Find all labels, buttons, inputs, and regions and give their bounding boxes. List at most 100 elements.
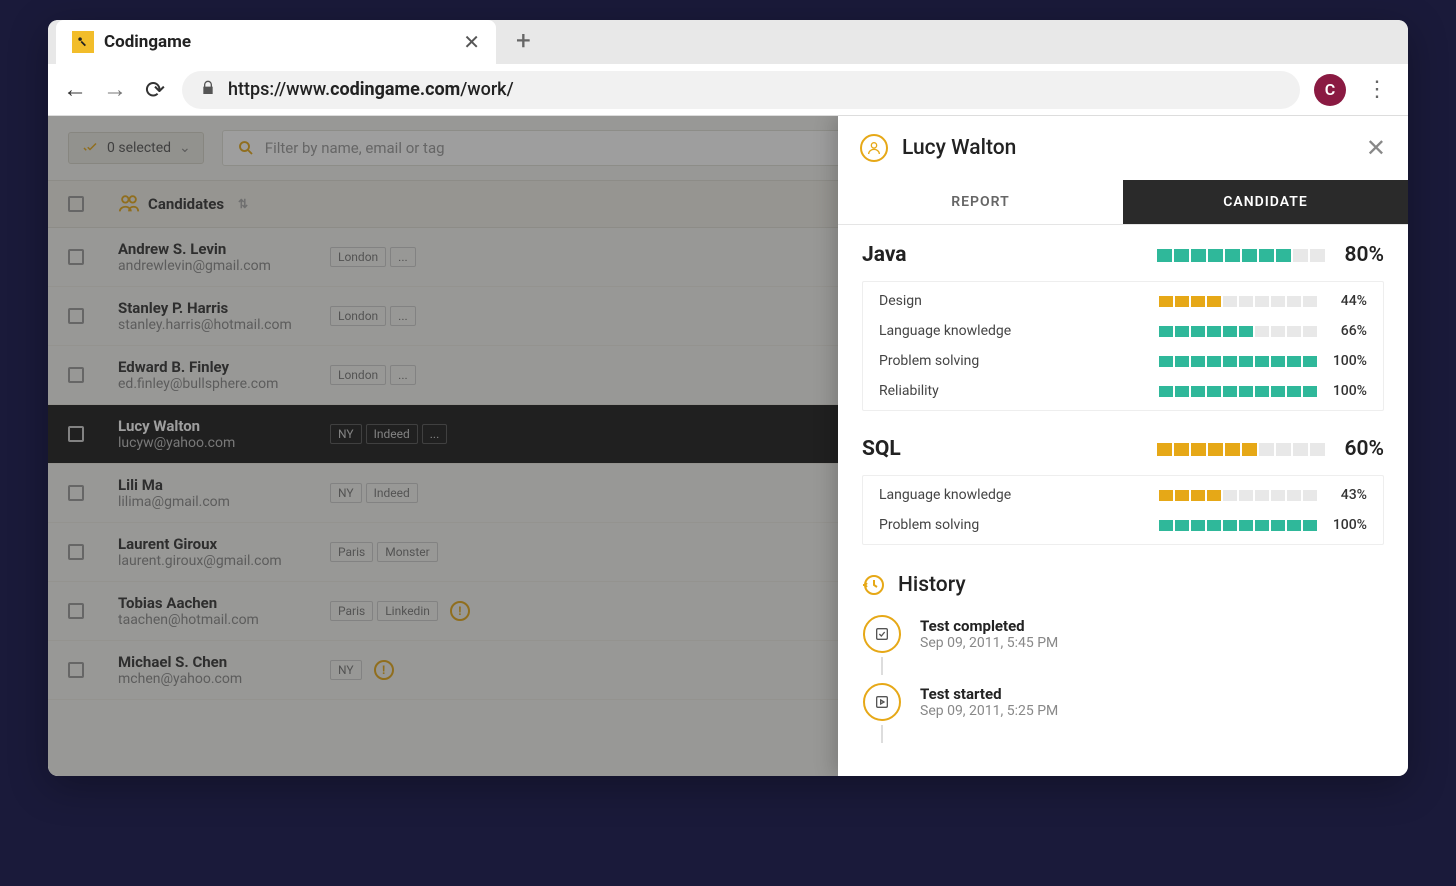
skill-bar bbox=[1157, 249, 1325, 262]
tag-list: London... bbox=[330, 247, 416, 267]
reload-button[interactable]: ⟳ bbox=[142, 76, 168, 104]
history-event-title: Test completed bbox=[920, 617, 1058, 635]
tag: London bbox=[330, 365, 386, 385]
history-icon bbox=[863, 615, 901, 653]
candidate-name: Andrew S. Levin bbox=[118, 240, 318, 258]
browser-toolbar: ← → ⟳ https://www.codingame.com/work/ C … bbox=[48, 64, 1408, 116]
favicon-icon bbox=[72, 31, 94, 53]
tag-list: London... bbox=[330, 365, 416, 385]
tag-list: NYIndeed bbox=[330, 483, 418, 503]
skill-name: SQL bbox=[862, 437, 901, 461]
history-title: History bbox=[898, 573, 966, 597]
subskill-row: Problem solving100% bbox=[863, 510, 1383, 540]
skill-pct: 80% bbox=[1345, 243, 1385, 267]
tag-list: ParisMonster bbox=[330, 542, 438, 562]
candidate-name: Lucy Walton bbox=[118, 417, 318, 435]
row-checkbox[interactable] bbox=[68, 485, 118, 501]
tag: ... bbox=[390, 306, 416, 326]
address-bar[interactable]: https://www.codingame.com/work/ bbox=[182, 71, 1300, 109]
panel-tabs: REPORT CANDIDATE bbox=[838, 180, 1408, 225]
candidate-email: lucyw@yahoo.com bbox=[118, 435, 318, 451]
skill-name: Java bbox=[862, 243, 907, 267]
tag: London bbox=[330, 247, 386, 267]
row-checkbox[interactable] bbox=[68, 662, 118, 678]
browser-window: Codingame ✕ + ← → ⟳ https://www.codingam… bbox=[48, 20, 1408, 776]
browser-tab[interactable]: Codingame ✕ bbox=[56, 20, 496, 64]
back-button[interactable]: ← bbox=[62, 75, 88, 104]
history-item: Test completedSep 09, 2011, 5:45 PM bbox=[862, 615, 1384, 675]
row-checkbox[interactable] bbox=[68, 426, 118, 442]
subskill-bar bbox=[1159, 520, 1317, 531]
history-event-time: Sep 09, 2011, 5:45 PM bbox=[920, 635, 1058, 651]
subskill-bar bbox=[1159, 490, 1317, 501]
tag: Linkedin bbox=[377, 601, 438, 621]
subskill-name: Design bbox=[879, 293, 1159, 309]
history-item: Test startedSep 09, 2011, 5:25 PM bbox=[862, 683, 1384, 743]
subskill-bar bbox=[1159, 386, 1317, 397]
history-event-title: Test started bbox=[920, 685, 1058, 703]
profile-avatar[interactable]: C bbox=[1314, 74, 1346, 106]
tag-list: NY bbox=[330, 660, 362, 680]
subskill-pct: 44% bbox=[1317, 293, 1367, 309]
tag-list: NYIndeed... bbox=[330, 424, 447, 444]
candidate-name: Stanley P. Harris bbox=[118, 299, 318, 317]
subskill-pct: 100% bbox=[1317, 383, 1367, 399]
skill-pct: 60% bbox=[1345, 437, 1385, 461]
panel-candidate-name: Lucy Walton bbox=[902, 136, 1352, 160]
candidate-name: Michael S. Chen bbox=[118, 653, 318, 671]
subskill-pct: 43% bbox=[1317, 487, 1367, 503]
candidate-name: Edward B. Finley bbox=[118, 358, 318, 376]
subskill-bar bbox=[1159, 326, 1317, 337]
candidate-name: Laurent Giroux bbox=[118, 535, 318, 553]
candidate-detail-panel: Lucy Walton ✕ REPORT CANDIDATE Java 80% De… bbox=[838, 116, 1408, 776]
close-icon[interactable]: ✕ bbox=[463, 30, 480, 54]
tag: NY bbox=[330, 483, 362, 503]
filter-placeholder: Filter by name, email or tag bbox=[265, 139, 445, 157]
subskill-pct: 66% bbox=[1317, 323, 1367, 339]
subskill-row: Problem solving 100% bbox=[863, 346, 1383, 376]
close-icon[interactable]: ✕ bbox=[1366, 134, 1386, 162]
history-section: History Test completedSep 09, 2011, 5:45… bbox=[838, 553, 1408, 771]
browser-tab-strip: Codingame ✕ + bbox=[48, 20, 1408, 64]
subskill-name: Language knowledge bbox=[879, 323, 1159, 339]
history-event-time: Sep 09, 2011, 5:25 PM bbox=[920, 703, 1058, 719]
tab-candidate[interactable]: CANDIDATE bbox=[1123, 180, 1408, 224]
row-checkbox[interactable] bbox=[68, 544, 118, 560]
tag: Paris bbox=[330, 601, 373, 621]
app-content: 0 selected ⌄ Filter by name, email or ta… bbox=[48, 116, 1408, 776]
subskill-name: Problem solving bbox=[879, 353, 1159, 369]
forward-button[interactable]: → bbox=[102, 75, 128, 104]
row-checkbox[interactable] bbox=[68, 603, 118, 619]
subskill-pct: 100% bbox=[1317, 353, 1367, 369]
tab-title: Codingame bbox=[104, 32, 453, 52]
new-tab-button[interactable]: + bbox=[496, 26, 551, 64]
selected-count-pill[interactable]: 0 selected ⌄ bbox=[68, 132, 204, 164]
tag: Indeed bbox=[366, 424, 418, 444]
candidate-email: mchen@yahoo.com bbox=[118, 671, 318, 687]
tag: Indeed bbox=[366, 483, 418, 503]
row-checkbox[interactable] bbox=[68, 249, 118, 265]
subskill-name: Reliability bbox=[879, 383, 1159, 399]
skill-bar bbox=[1157, 443, 1325, 456]
select-all-checkbox[interactable] bbox=[68, 196, 118, 212]
panel-header: Lucy Walton ✕ bbox=[838, 116, 1408, 180]
warning-icon: ! bbox=[374, 660, 394, 680]
subskill-row: Design 44% bbox=[863, 286, 1383, 316]
subskill-bar bbox=[1159, 356, 1317, 367]
lock-icon bbox=[200, 80, 216, 100]
tab-report[interactable]: REPORT bbox=[838, 180, 1123, 224]
menu-dots-icon[interactable]: ⋮ bbox=[1360, 77, 1394, 102]
row-checkbox[interactable] bbox=[68, 367, 118, 383]
row-checkbox[interactable] bbox=[68, 308, 118, 324]
subskill-row: Reliability 100% bbox=[863, 376, 1383, 406]
skill-section: SQL60%Language knowledge43%Problem solvi… bbox=[838, 419, 1408, 553]
candidate-name: Tobias Aachen bbox=[118, 594, 318, 612]
tag: Monster bbox=[377, 542, 438, 562]
candidate-email: stanley.harris@hotmail.com bbox=[118, 317, 318, 333]
warning-icon: ! bbox=[450, 601, 470, 621]
tag: Paris bbox=[330, 542, 373, 562]
subskill-row: Language knowledge 66% bbox=[863, 316, 1383, 346]
subskill-name: Problem solving bbox=[879, 517, 1159, 533]
tag: ... bbox=[390, 365, 416, 385]
candidate-name: Lili Ma bbox=[118, 476, 318, 494]
